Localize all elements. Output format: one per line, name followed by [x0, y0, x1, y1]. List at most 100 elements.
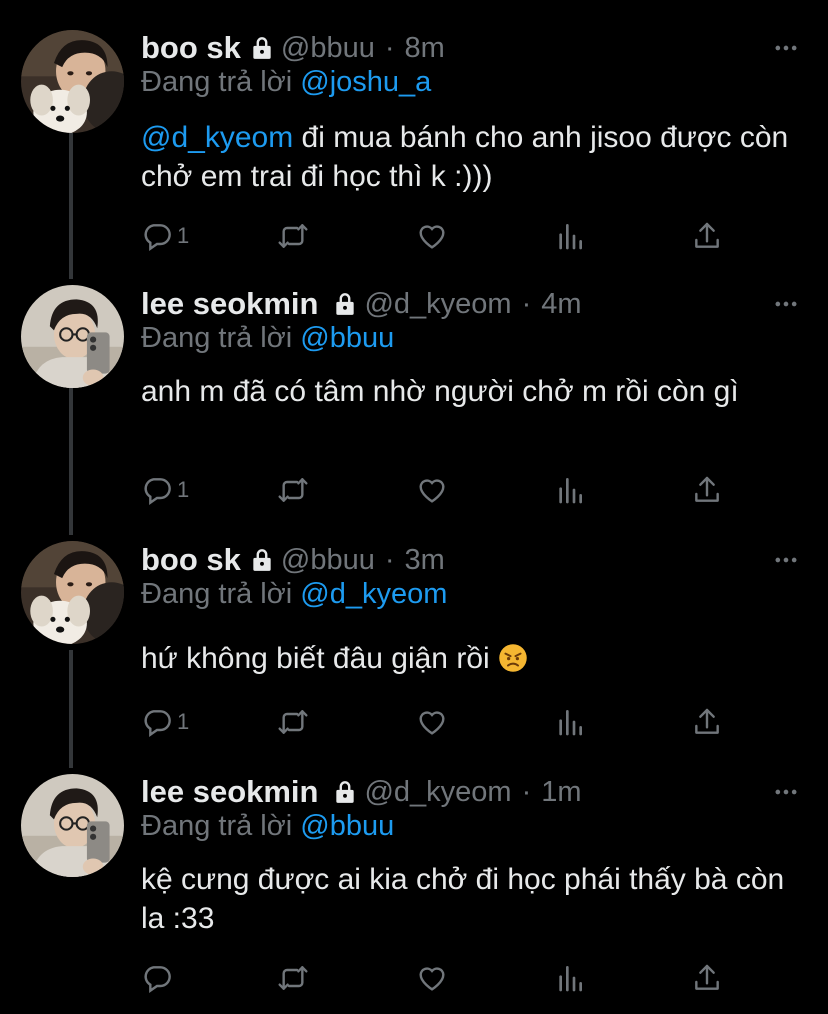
reply-icon: [141, 962, 173, 994]
heart-icon: [416, 220, 448, 252]
share-button[interactable]: [691, 472, 723, 508]
avatar[interactable]: [21, 774, 124, 877]
lock-icon: [332, 778, 358, 806]
tweet[interactable]: lee seokmin @d_kyeom · 4m Đang trả lời @…: [0, 282, 828, 522]
retweet-icon: [277, 474, 309, 506]
retweet-button[interactable]: [277, 472, 309, 508]
analytics-icon: [554, 962, 586, 994]
tweet-text-content: anh m đã có tâm nhờ người chở m rồi còn …: [141, 375, 739, 408]
display-name[interactable]: boo sk: [141, 542, 241, 578]
like-button[interactable]: [416, 704, 448, 740]
reply-icon: [141, 706, 173, 738]
boy-with-dog-avatar-image: [21, 30, 124, 133]
retweet-icon: [277, 220, 309, 252]
more-options-icon[interactable]: [772, 34, 800, 62]
angry-face-emoji: [498, 643, 528, 673]
timestamp[interactable]: 8m: [405, 32, 445, 65]
share-button[interactable]: [691, 218, 723, 254]
handle[interactable]: @d_kyeom: [364, 288, 511, 321]
analytics-button[interactable]: [554, 472, 586, 508]
reply-prefix: Đang trả lời: [141, 578, 293, 610]
reply-to-mention[interactable]: @joshu_a: [300, 66, 431, 98]
handle[interactable]: @bbuu: [281, 32, 375, 65]
heart-icon: [416, 474, 448, 506]
timestamp[interactable]: 4m: [541, 288, 581, 321]
tweet-text: hứ không biết đâu giận rồi: [141, 639, 811, 678]
separator: ·: [384, 31, 395, 64]
like-button[interactable]: [416, 960, 448, 996]
analytics-button[interactable]: [554, 960, 586, 996]
analytics-icon: [554, 220, 586, 252]
analytics-button[interactable]: [554, 704, 586, 740]
avatar[interactable]: [21, 285, 124, 388]
action-bar: 1: [141, 218, 741, 254]
reply-to-mention[interactable]: @d_kyeom: [300, 578, 447, 610]
share-icon: [691, 220, 723, 252]
analytics-icon: [554, 474, 586, 506]
reply-button[interactable]: 1: [141, 472, 189, 508]
reply-button[interactable]: [141, 960, 177, 996]
separator: ·: [521, 775, 532, 808]
reply-to-mention[interactable]: @bbuu: [300, 322, 394, 354]
share-button[interactable]: [691, 960, 723, 996]
timestamp[interactable]: 3m: [405, 544, 445, 577]
analytics-button[interactable]: [554, 218, 586, 254]
more-options-icon[interactable]: [772, 290, 800, 318]
tweet-header: lee seokmin @d_kyeom · 4m: [141, 282, 582, 326]
retweet-button[interactable]: [277, 218, 309, 254]
display-name[interactable]: lee seokmin: [141, 774, 318, 810]
retweet-icon: [277, 962, 309, 994]
tweet-header: lee seokmin @d_kyeom · 1m: [141, 770, 582, 814]
reply-prefix: Đang trả lời: [141, 322, 293, 354]
like-button[interactable]: [416, 472, 448, 508]
more-options-icon[interactable]: [772, 546, 800, 574]
tweet-text: kệ cưng được ai kia chở đi học phái thấy…: [141, 860, 806, 938]
text-mention[interactable]: @d_kyeom: [141, 121, 293, 154]
display-name[interactable]: boo sk: [141, 30, 241, 66]
reply-to-line: Đang trả lời @d_kyeom: [141, 578, 447, 611]
like-button[interactable]: [416, 218, 448, 254]
action-bar: 1: [141, 704, 741, 740]
tweet-text-content: kệ cưng được ai kia chở đi học phái thấy…: [141, 863, 785, 935]
reply-button[interactable]: 1: [141, 218, 189, 254]
boy-mirror-selfie-avatar-image: [21, 285, 124, 388]
handle[interactable]: @bbuu: [281, 544, 375, 577]
action-bar: [141, 960, 741, 996]
share-icon: [691, 706, 723, 738]
share-icon: [691, 474, 723, 506]
timestamp[interactable]: 1m: [541, 776, 581, 809]
reply-button[interactable]: 1: [141, 704, 189, 740]
reply-to-line: Đang trả lời @bbuu: [141, 322, 394, 355]
reply-to-mention[interactable]: @bbuu: [300, 810, 394, 842]
reply-prefix: Đang trả lời: [141, 66, 293, 98]
separator: ·: [521, 287, 532, 320]
reply-count: 1: [177, 223, 190, 248]
share-icon: [691, 962, 723, 994]
lock-icon: [249, 546, 275, 574]
heart-icon: [416, 706, 448, 738]
share-button[interactable]: [691, 704, 723, 740]
tweet-header: boo sk @bbuu · 8m: [141, 26, 445, 70]
retweet-button[interactable]: [277, 704, 309, 740]
tweet[interactable]: boo sk @bbuu · 3m Đang trả lời @d_kyeom …: [0, 538, 828, 758]
reply-icon: [141, 220, 173, 252]
retweet-icon: [277, 706, 309, 738]
reply-to-line: Đang trả lời @bbuu: [141, 810, 394, 843]
boy-mirror-selfie-avatar-image: [21, 774, 124, 877]
handle[interactable]: @d_kyeom: [364, 776, 511, 809]
lock-icon: [249, 34, 275, 62]
reply-count: 1: [177, 709, 190, 734]
tweet-text: anh m đã có tâm nhờ người chở m rồi còn …: [141, 372, 801, 411]
tweet[interactable]: lee seokmin @d_kyeom · 1m Đang trả lời @…: [0, 770, 828, 1010]
lock-icon: [332, 290, 358, 318]
tweet[interactable]: boo sk @bbuu · 8m Đang trả lời @joshu_a …: [0, 26, 828, 266]
separator: ·: [384, 543, 395, 576]
analytics-icon: [554, 706, 586, 738]
avatar[interactable]: [21, 541, 124, 644]
action-bar: 1: [141, 472, 741, 508]
retweet-button[interactable]: [277, 960, 309, 996]
avatar[interactable]: [21, 30, 124, 133]
display-name[interactable]: lee seokmin: [141, 286, 318, 322]
reply-prefix: Đang trả lời: [141, 810, 293, 842]
more-options-icon[interactable]: [772, 778, 800, 806]
